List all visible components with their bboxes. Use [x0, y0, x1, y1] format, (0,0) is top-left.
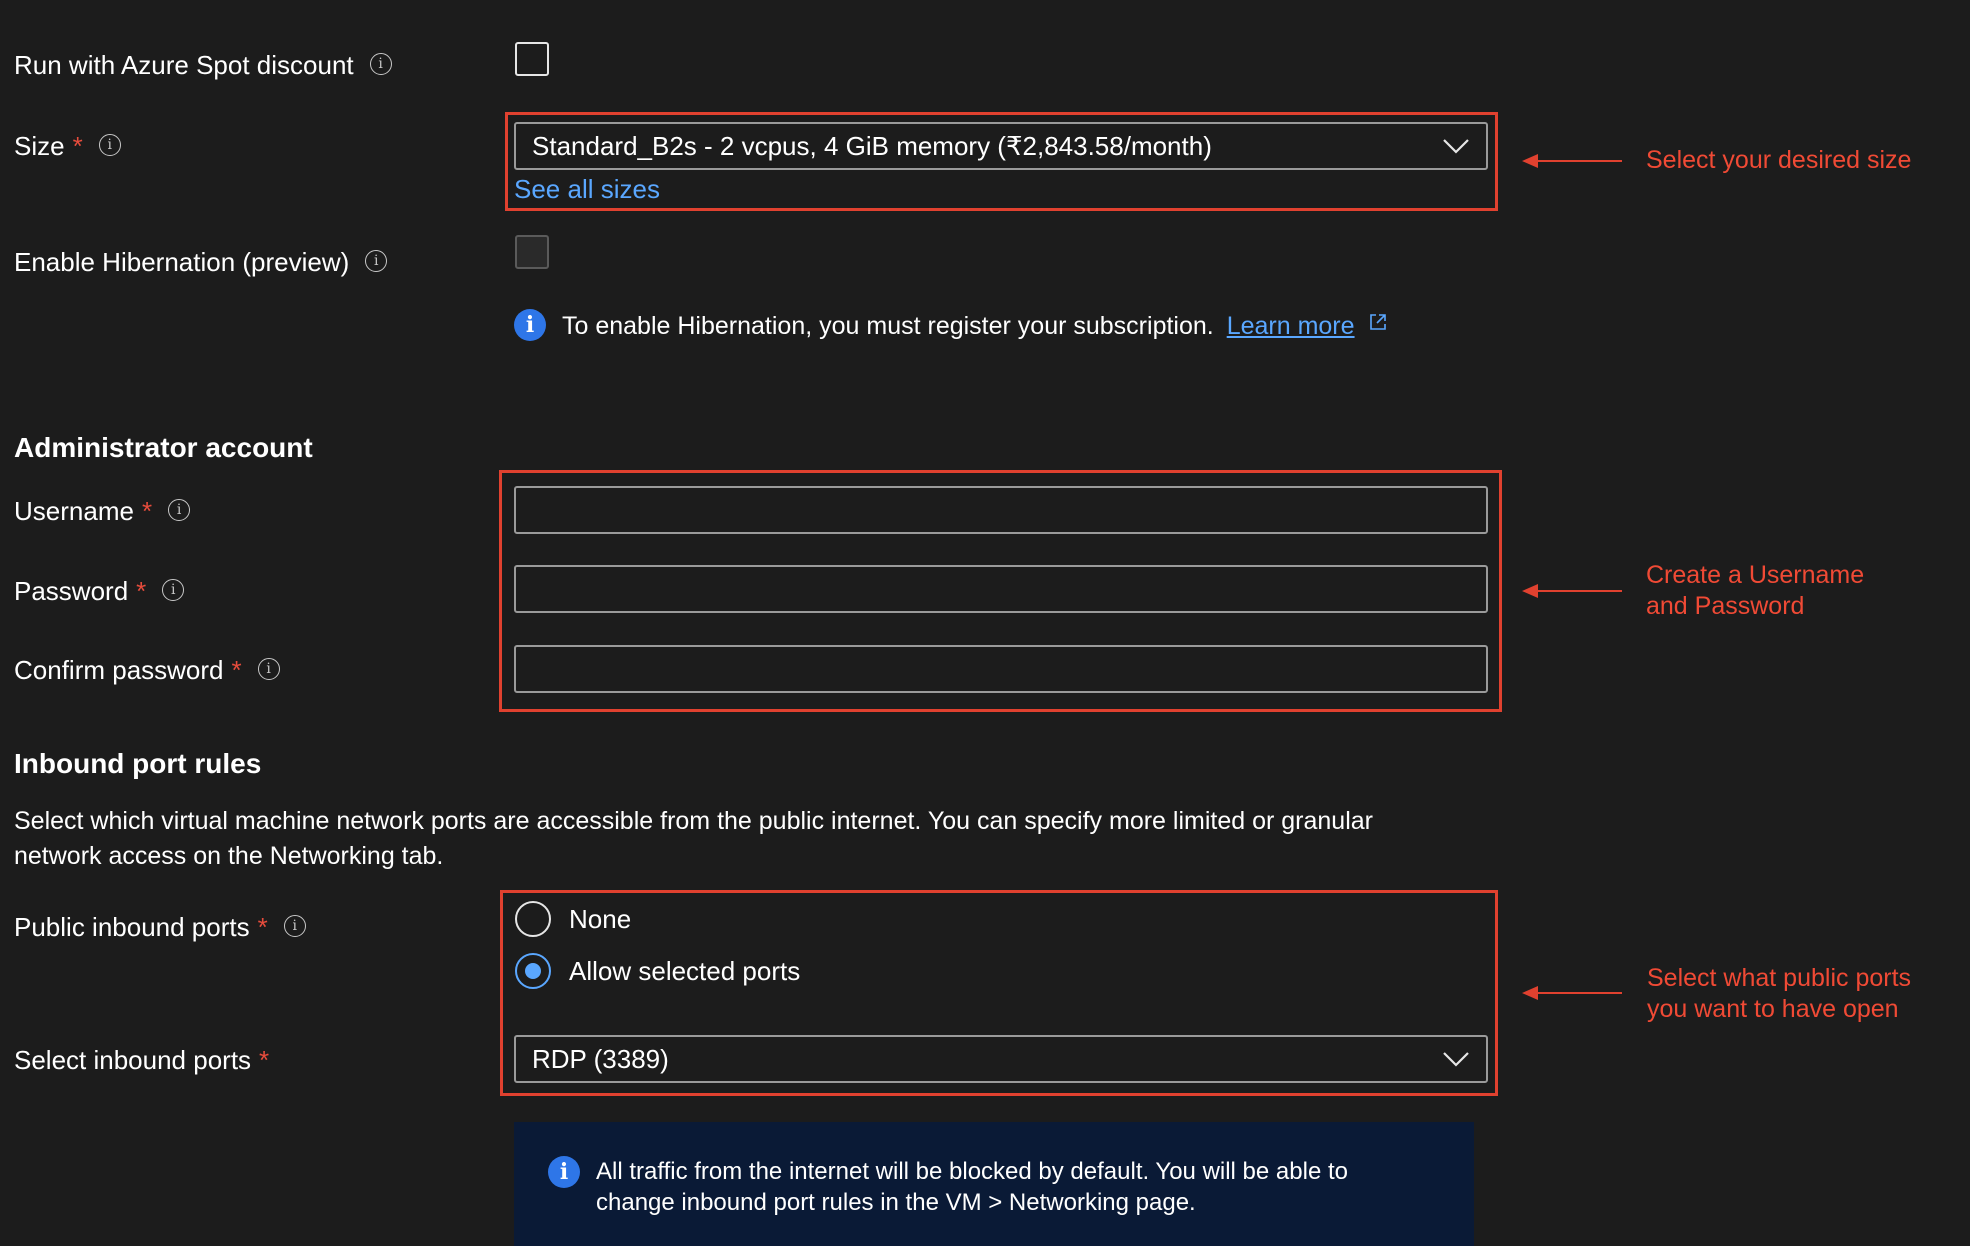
size-annotation-arrow	[1522, 154, 1622, 168]
radio-button-selected[interactable]	[515, 953, 551, 989]
public-inbound-ports-label: Public inbound ports * i	[14, 912, 306, 943]
required-marker: *	[72, 131, 83, 161]
hibernation-info-message: To enable Hibernation, you must register…	[562, 312, 1388, 341]
info-icon[interactable]: i	[168, 499, 191, 522]
chevron-down-icon	[1443, 139, 1469, 154]
see-all-sizes-link[interactable]: See all sizes	[514, 174, 660, 205]
inbound-notice-text: All traffic from the internet will be bl…	[596, 1158, 1348, 1216]
inbound-ports-dropdown[interactable]: RDP (3389)	[514, 1035, 1488, 1083]
size-annotation: Select your desired size	[1646, 146, 1912, 174]
info-icon[interactable]: i	[365, 250, 388, 273]
credentials-annotation-arrow	[1522, 584, 1622, 598]
ports-annotation-arrow	[1522, 986, 1622, 1000]
size-label: Size * i	[14, 131, 121, 162]
password-label: Password * i	[14, 576, 185, 607]
credentials-annotation: Create a Username and Password	[1646, 561, 1865, 620]
radio-option-none[interactable]: None	[515, 901, 631, 937]
info-icon[interactable]: i	[369, 53, 392, 76]
info-icon[interactable]: i	[257, 658, 280, 681]
ports-annotation: Select what public ports you want to hav…	[1647, 964, 1912, 1023]
hibernation-label: Enable Hibernation (preview) i	[14, 247, 388, 278]
hibernation-checkbox	[515, 235, 549, 269]
info-icon[interactable]: i	[283, 915, 306, 938]
size-dropdown-value: Standard_B2s - 2 vcpus, 4 GiB memory (₹2…	[532, 130, 1212, 161]
info-icon[interactable]: i	[162, 579, 185, 602]
confirm-password-label: Confirm password * i	[14, 655, 280, 686]
username-input[interactable]	[514, 486, 1488, 534]
inbound-notice-box: i All traffic from the internet will be …	[514, 1122, 1474, 1246]
radio-option-allow-selected-ports[interactable]: Allow selected ports	[515, 953, 800, 989]
inbound-description: Select which virtual machine network por…	[14, 807, 1373, 870]
username-label: Username * i	[14, 496, 191, 527]
info-filled-icon: i	[514, 309, 546, 341]
info-icon[interactable]: i	[98, 134, 121, 157]
external-link-icon	[1369, 314, 1386, 330]
spot-discount-checkbox[interactable]	[515, 42, 549, 76]
select-inbound-ports-label: Select inbound ports *	[14, 1045, 270, 1075]
info-filled-icon: i	[548, 1156, 580, 1188]
confirm-password-input[interactable]	[514, 645, 1488, 693]
spot-discount-label: Run with Azure Spot discount i	[14, 50, 392, 81]
inbound-port-rules-heading: Inbound port rules	[14, 748, 262, 779]
learn-more-link[interactable]: Learn more	[1227, 312, 1355, 340]
administrator-account-heading: Administrator account	[14, 432, 313, 463]
chevron-down-icon	[1443, 1052, 1469, 1067]
password-input[interactable]	[514, 565, 1488, 613]
inbound-ports-dropdown-value: RDP (3389)	[532, 1043, 669, 1074]
size-dropdown[interactable]: Standard_B2s - 2 vcpus, 4 GiB memory (₹2…	[514, 122, 1488, 170]
radio-button[interactable]	[515, 901, 551, 937]
